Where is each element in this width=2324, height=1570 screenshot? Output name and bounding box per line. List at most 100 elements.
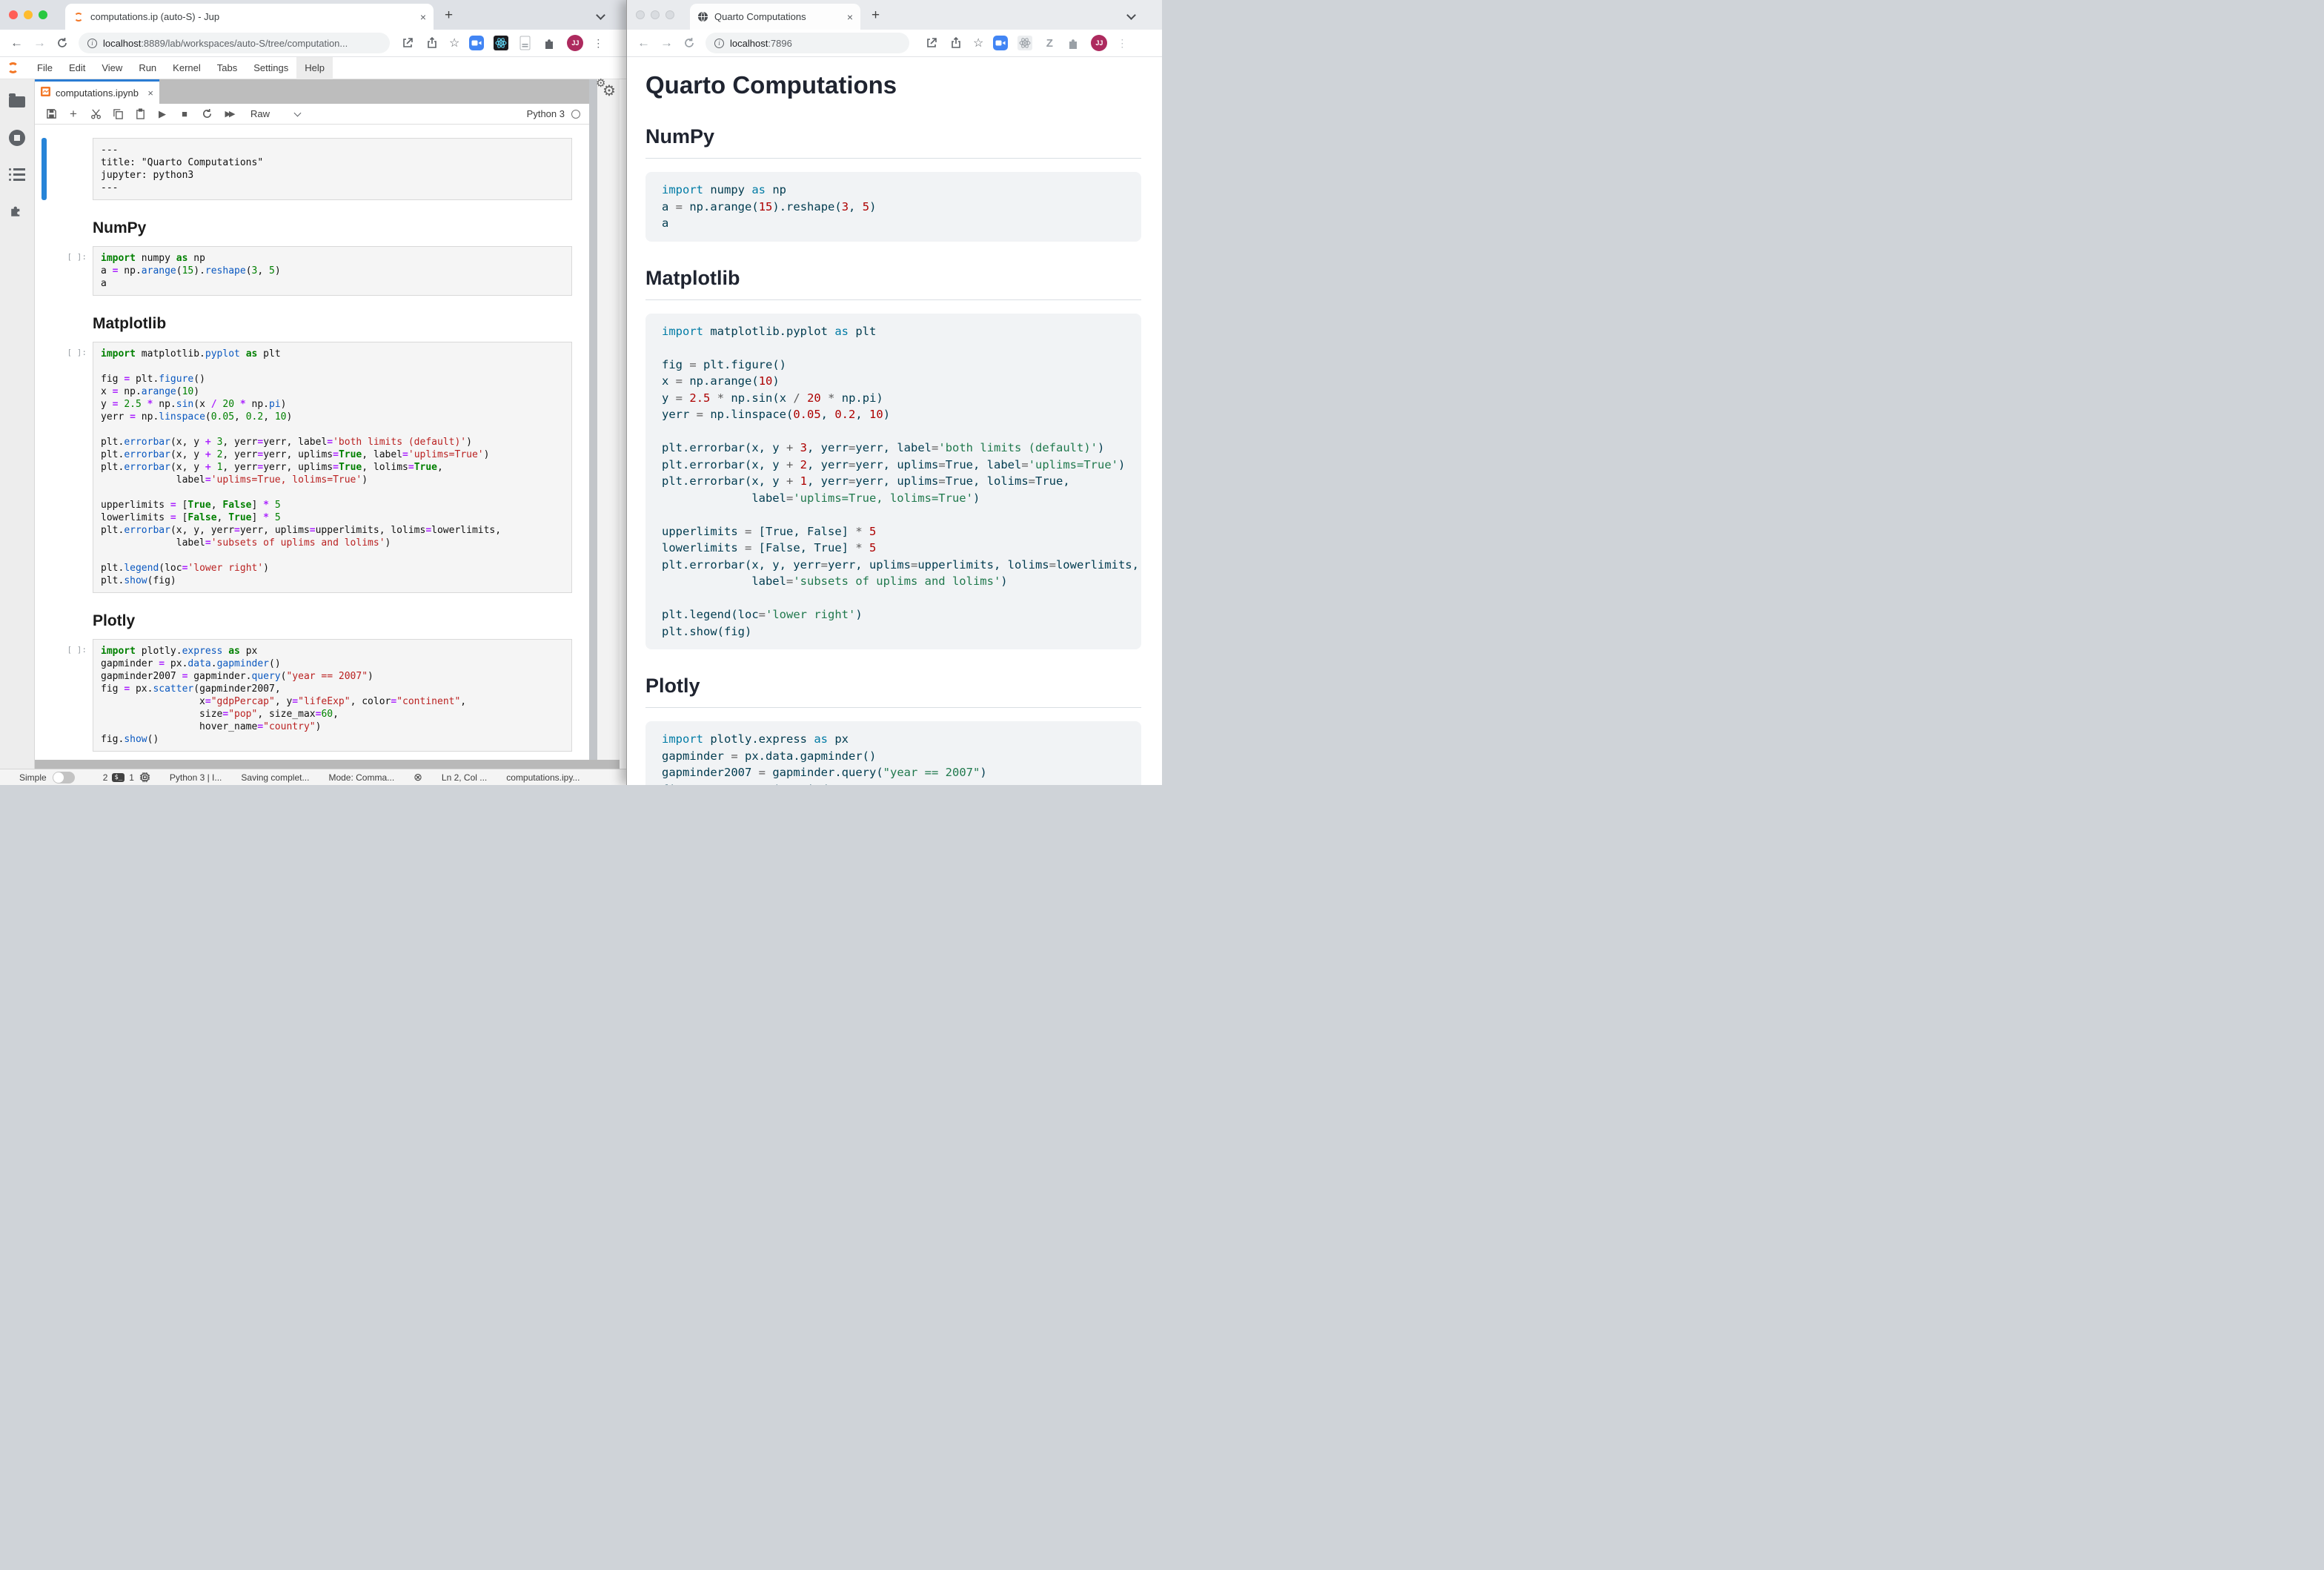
browser-profile-avatar[interactable]: JJ	[567, 35, 583, 51]
browser-menu-icon[interactable]: ⋮	[593, 37, 603, 50]
share-icon[interactable]	[949, 36, 963, 50]
site-info-icon[interactable]: i	[87, 39, 97, 48]
copy-cells-button[interactable]	[107, 108, 129, 119]
zoom-window-button[interactable]	[39, 10, 47, 19]
extensions-puzzle-icon[interactable]	[542, 36, 557, 50]
cursor-position[interactable]: Ln 2, Col ...	[442, 772, 487, 783]
new-tab-button[interactable]: +	[445, 7, 453, 24]
close-notebook-icon[interactable]: ×	[147, 87, 153, 99]
running-kernels-icon[interactable]	[9, 130, 25, 146]
run-cell-button[interactable]: ▶	[151, 108, 173, 120]
quarto-matplotlib-code[interactable]: import matplotlib.pyplot as plt fig = pl…	[645, 314, 1141, 650]
bookmark-star-icon[interactable]: ☆	[973, 36, 983, 50]
restart-kernel-button[interactable]	[196, 108, 218, 119]
notes-extension-icon[interactable]	[518, 36, 533, 50]
extensions-puzzle-icon[interactable]	[1066, 36, 1081, 50]
extension-manager-icon[interactable]	[10, 203, 24, 222]
macos-traffic-lights-inactive[interactable]	[636, 10, 674, 19]
simple-mode-toggle[interactable]	[53, 772, 75, 784]
kernel-status-text[interactable]: Python 3 | I...	[170, 772, 222, 783]
menu-settings[interactable]: Settings	[245, 57, 296, 79]
z-extension-icon[interactable]: Z	[1042, 36, 1057, 50]
new-tab-button[interactable]: +	[872, 7, 880, 24]
add-cell-button[interactable]: +	[62, 107, 84, 122]
macos-traffic-lights[interactable]	[9, 10, 47, 19]
open-in-new-icon[interactable]	[924, 36, 939, 50]
quarto-heading-plotly: Plotly	[645, 674, 1141, 708]
react-devtools-extension-icon[interactable]	[1017, 36, 1032, 50]
status-filename: computations.ipy...	[506, 772, 580, 783]
kernel-chip-icon	[139, 772, 150, 783]
numpy-code-cell[interactable]: [ ]: import numpy as npa = np.arange(15)…	[35, 246, 589, 296]
interrupt-kernel-button[interactable]: ■	[173, 108, 196, 119]
raw-cell-editor[interactable]: ---title: "Quarto Computations"jupyter: …	[93, 138, 572, 200]
close-window-button[interactable]	[9, 10, 18, 19]
quarto-plotly-code[interactable]: import plotly.express as pxgapminder = p…	[645, 721, 1141, 785]
close-tab-icon[interactable]: ×	[847, 11, 853, 23]
quarto-browser-window: Quarto Computations × + ← → i localhost:…	[626, 0, 1162, 785]
restart-run-all-button[interactable]: ▶▶	[218, 109, 240, 119]
quarto-numpy-code[interactable]: import numpy as npa = np.arange(15).resh…	[645, 172, 1141, 242]
cut-cells-button[interactable]	[84, 108, 107, 119]
address-bar[interactable]: i localhost:7896	[706, 33, 909, 53]
tab-search-chevron-icon[interactable]	[1126, 10, 1136, 20]
browser-tab-jupyter[interactable]: computations.ip (auto-S) - Jup ×	[65, 4, 434, 30]
globe-favicon	[697, 11, 708, 22]
zoom-extension-icon[interactable]	[993, 36, 1008, 50]
tab-search-chevron-icon[interactable]	[596, 10, 605, 20]
menu-kernel[interactable]: Kernel	[165, 57, 209, 79]
right-url-row: ← → i localhost:7896 ☆	[627, 30, 1162, 57]
menu-edit[interactable]: Edit	[61, 57, 93, 79]
matplotlib-code-cell[interactable]: [ ]: import matplotlib.pyplot as plt fig…	[35, 342, 589, 593]
back-icon[interactable]: ←	[10, 36, 23, 50]
close-tab-icon[interactable]: ×	[420, 11, 426, 23]
open-in-new-icon[interactable]	[400, 36, 415, 50]
numpy-cell-editor[interactable]: import numpy as npa = np.arange(15).resh…	[93, 246, 572, 296]
browser-profile-avatar[interactable]: JJ	[1091, 35, 1107, 51]
plotly-code-cell[interactable]: [ ]: import plotly.express as pxgapminde…	[35, 639, 589, 752]
save-button[interactable]	[40, 108, 62, 119]
zoom-window-button[interactable]	[665, 10, 674, 19]
paste-cells-button[interactable]	[129, 108, 151, 119]
bookmark-star-icon[interactable]: ☆	[449, 36, 459, 50]
matplotlib-cell-editor[interactable]: import matplotlib.pyplot as plt fig = pl…	[93, 342, 572, 593]
mode-indicator[interactable]: Mode: Comma...	[328, 772, 394, 783]
minimize-window-button[interactable]	[24, 10, 33, 19]
react-devtools-extension-icon[interactable]	[494, 36, 508, 50]
notebook-scrollbar[interactable]	[589, 79, 597, 760]
cell-type-dropdown[interactable]: Raw	[250, 108, 300, 119]
reload-icon[interactable]	[682, 36, 697, 50]
page-title: Quarto Computations	[645, 70, 1141, 100]
minimize-window-button[interactable]	[651, 10, 660, 19]
site-info-icon[interactable]: i	[714, 39, 724, 48]
kernel-status-icon[interactable]	[571, 110, 580, 119]
share-icon[interactable]	[425, 36, 439, 50]
menu-tabs[interactable]: Tabs	[209, 57, 245, 79]
section-heading-plotly: Plotly	[93, 612, 589, 630]
trust-shield-icon: ⊗	[414, 771, 422, 784]
back-icon[interactable]: ←	[637, 36, 650, 50]
saving-status: Saving complet...	[241, 772, 309, 783]
menu-help[interactable]: Help	[296, 57, 333, 79]
table-of-contents-icon[interactable]	[9, 168, 25, 181]
kernel-count[interactable]: 1	[129, 772, 134, 783]
notebook-tab[interactable]: computations.ipynb ×	[35, 79, 159, 104]
menu-run[interactable]: Run	[130, 57, 165, 79]
plotly-cell-editor[interactable]: import plotly.express as pxgapminder = p…	[93, 639, 572, 752]
forward-icon[interactable]: →	[660, 36, 673, 50]
forward-icon[interactable]: →	[33, 36, 46, 50]
file-browser-icon[interactable]	[9, 96, 25, 107]
raw-cell[interactable]: ---title: "Quarto Computations"jupyter: …	[35, 138, 589, 200]
menu-file[interactable]: File	[29, 57, 61, 79]
reload-icon[interactable]	[55, 36, 70, 50]
browser-menu-icon[interactable]: ⋮	[1117, 37, 1127, 50]
kernel-name[interactable]: Python 3	[527, 108, 565, 119]
menu-view[interactable]: View	[93, 57, 130, 79]
address-bar[interactable]: i localhost:8889/lab/workspaces/auto-S/t…	[79, 33, 390, 53]
terminal-count[interactable]: 2	[103, 772, 108, 783]
chevron-down-icon	[294, 109, 302, 116]
zoom-extension-icon[interactable]	[469, 36, 484, 50]
quarto-heading-numpy: NumPy	[645, 125, 1141, 159]
close-window-button[interactable]	[636, 10, 645, 19]
browser-tab-quarto[interactable]: Quarto Computations ×	[690, 4, 860, 30]
